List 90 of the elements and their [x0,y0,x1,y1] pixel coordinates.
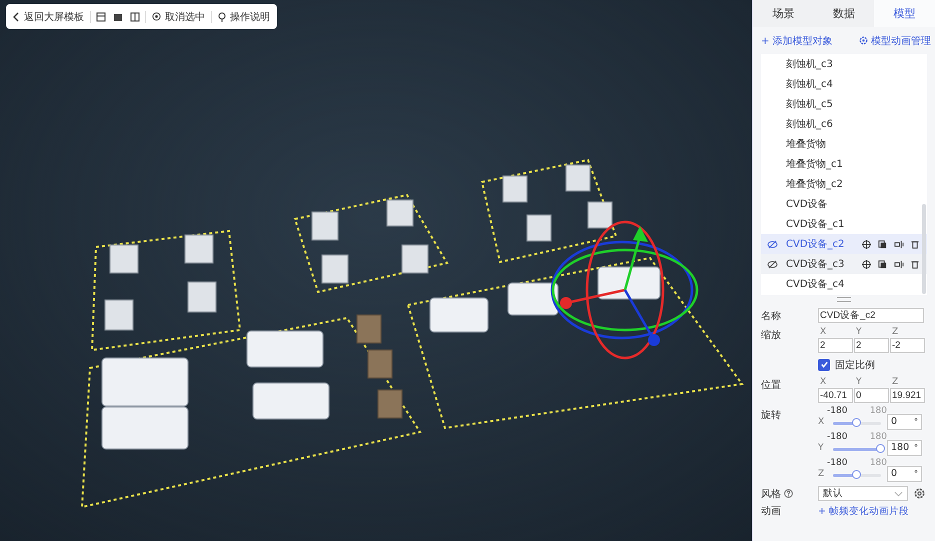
slider-thumb[interactable] [876,444,885,453]
eye-off-icon[interactable] [767,260,778,268]
axis-label: Z [818,468,826,480]
object-name: 刻蚀机_c3 [786,58,834,71]
crosshair-icon[interactable] [862,260,871,268]
chevron-down-icon [894,490,903,496]
object-name: CVD设备_c1 [786,218,846,231]
object-list-item[interactable]: CVD设备_c4 [761,274,927,294]
property-label: 旋转 [761,408,782,422]
panel-tab[interactable]: 场景 [753,0,814,27]
object-list-item[interactable]: 堆叠货物_c1 [761,154,927,174]
object-list-item[interactable]: CVD设备_c2 [761,234,927,254]
panel-tab[interactable]: 数据 [814,0,874,27]
object-name: 堆叠货物_c1 [786,158,844,171]
back-button[interactable]: 返回大屏模板 [10,8,87,26]
object-list-item[interactable]: 刻蚀机_c6 [761,114,927,134]
object-list-item[interactable]: 堆叠货物_c2 [761,174,927,194]
object-list-item[interactable]: 刻蚀机_c5 [761,94,927,114]
square-icon [113,12,123,22]
property-label: 风格 [761,488,781,500]
help-icon[interactable] [784,489,793,498]
object-name: 堆叠货物_c2 [786,178,844,191]
angle-input-field[interactable]: 0 ° [887,466,922,482]
panel-icon [96,12,106,22]
grid-view-button[interactable] [94,10,108,24]
range-max-label: 180 [870,458,887,469]
target-icon [152,12,161,21]
add-animation-link[interactable]: + 帧频变化动画片段 [818,504,909,518]
axis-label: X [819,376,828,388]
number-input-field[interactable]: -2 [890,338,925,353]
object-name: CVD设备 [786,198,829,211]
object-list-item[interactable]: 刻蚀机_c4 [761,74,927,94]
number-input-field[interactable]: 0 [854,388,889,403]
chevron-left-icon [13,12,20,22]
object-name: 刻蚀机_c6 [786,118,834,131]
panel-tab[interactable]: 模型 [874,0,935,27]
axis-label: Y [855,326,862,338]
axis-label: Z [891,376,900,388]
crosshair-icon[interactable] [862,240,871,248]
property-label: 名称 [761,310,782,322]
axis-label: Z [891,326,900,338]
range-max-label: 180 [870,406,887,417]
copy-icon[interactable] [878,260,887,268]
axis-label: Y [855,376,862,388]
settings-icon[interactable] [914,488,925,499]
range-min-label: -180 [827,406,848,417]
name-input-field[interactable]: CVD设备_c2 [818,308,924,323]
checkbox[interactable] [818,358,830,370]
property-label: 动画 [761,505,782,518]
property-label: 缩放 [761,328,782,342]
style-select[interactable]: 默认 [818,486,908,501]
object-name: CVD设备_c4 [786,278,846,291]
gear-icon [859,36,868,45]
slider-thumb[interactable] [852,470,861,479]
axis-label: X [818,416,826,428]
object-name: CVD设备_c3 [786,258,846,271]
number-input-field[interactable]: 2 [854,338,889,353]
object-name: CVD设备_c2 [786,238,846,251]
object-list-item[interactable]: 刻蚀机_c3 [761,54,927,74]
range-min-label: -180 [827,432,848,443]
copy-icon[interactable] [878,240,887,248]
range-max-label: 180 [870,432,887,443]
axis-label: Y [818,442,824,454]
deselect-button[interactable]: 取消选中 [149,8,208,26]
checkbox-label: 固定比例 [835,358,875,372]
number-input-field[interactable]: -40.71 [818,388,853,403]
eye-off-icon[interactable] [767,240,778,248]
number-input-field[interactable]: 2 [818,338,853,353]
angle-input-field[interactable]: 0 ° [887,414,922,430]
animation-manage-link[interactable]: 模型动画管理 [859,34,931,48]
range-min-label: -180 [827,458,848,469]
object-name: 刻蚀机_c4 [786,78,834,91]
slider-thumb[interactable] [852,418,861,427]
number-input-field[interactable]: 19.921 [890,388,925,403]
object-list-item[interactable]: CVD设备_c3 [761,254,927,274]
object-name: 刻蚀机_c5 [786,98,834,111]
property-label: 位置 [761,378,782,392]
object-list-item[interactable]: CVD设备_c1 [761,214,927,234]
trash-icon[interactable] [911,260,919,268]
box-view-button[interactable] [128,10,142,24]
axis-label: X [819,326,828,338]
columns-icon [130,12,140,22]
object-name: 堆叠货物 [786,138,827,151]
object-list-item[interactable]: 堆叠货物 [761,134,927,154]
trash-icon[interactable] [911,240,919,248]
add-object-link[interactable]: + 添加模型对象 [761,34,833,48]
object-list-item[interactable]: CVD设备 [761,194,927,214]
help-button[interactable]: 操作说明 [215,8,273,26]
angle-input-field[interactable]: 180 ° [887,440,922,456]
resize-handle[interactable] [837,297,851,302]
